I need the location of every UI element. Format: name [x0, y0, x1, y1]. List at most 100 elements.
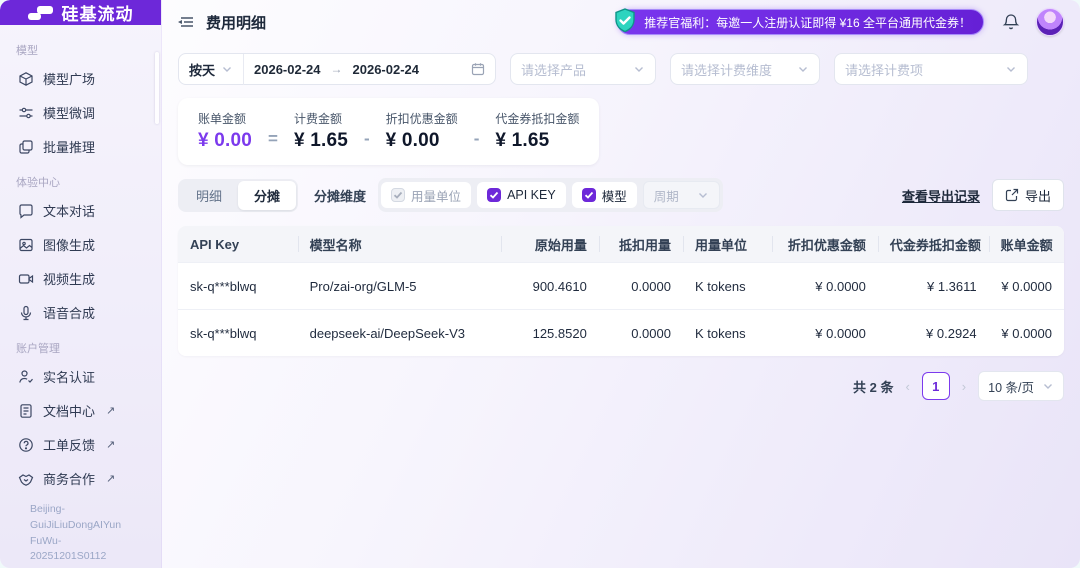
- checkbox-checked-icon: [582, 188, 596, 202]
- col-original-usage: 原始用量: [501, 226, 598, 263]
- cell-model-name: deepseek-ai/DeepSeek-V3: [298, 310, 502, 357]
- sidebar-item-model-finetune[interactable]: 模型微调: [14, 96, 149, 129]
- billing-dimension-select[interactable]: 请选择计费维度: [670, 53, 820, 85]
- user-avatar[interactable]: [1036, 8, 1064, 36]
- sidebar-item-image-generation[interactable]: 图像生成: [14, 228, 149, 261]
- chevron-down-icon: [633, 63, 645, 75]
- page-size-select[interactable]: 10 条/页: [978, 371, 1064, 401]
- cell-api-key: sk-q***blwq: [178, 263, 298, 310]
- sidebar-item-identity-verification[interactable]: 实名认证: [14, 360, 149, 393]
- brand-logo[interactable]: 硅基流动: [0, 0, 161, 25]
- tab-allocation[interactable]: 分摊: [238, 181, 296, 210]
- range-arrow-icon: →: [331, 62, 343, 76]
- pagination-next-icon[interactable]: ›: [960, 379, 968, 394]
- sidebar-item-label: 模型微调: [43, 103, 95, 122]
- question-icon: [18, 437, 34, 453]
- cell-voucher-deduction: ¥ 0.2924: [878, 310, 989, 357]
- external-link-icon: ↗: [106, 472, 115, 485]
- sidebar-item-video-generation[interactable]: 视频生成: [14, 262, 149, 295]
- billing-item-select[interactable]: 请选择计费项: [834, 53, 1028, 85]
- sidebar-nav: 模型 模型广场 模型微调 批量推理 体验中心 文本对话 图像生成: [0, 25, 161, 568]
- billing-dimension-placeholder: 请选择计费维度: [681, 60, 772, 79]
- sidebar-item-label: 模型广场: [43, 69, 95, 88]
- export-button-label: 导出: [1025, 186, 1051, 205]
- notification-bell-icon[interactable]: [1002, 13, 1020, 31]
- export-icon: [1005, 188, 1019, 202]
- billing-summary-card: 账单金额 ¥ 0.00 = 计费金额 ¥ 1.65 - 折扣优惠金额 ¥ 0.0…: [178, 98, 599, 165]
- cell-bill-amount: ¥ 0.0000: [989, 263, 1064, 310]
- product-select[interactable]: 请选择产品: [510, 53, 656, 85]
- cell-deducted-usage: 0.0000: [599, 263, 683, 310]
- sidebar-scrollbar[interactable]: [155, 52, 159, 124]
- stat-label: 代金券抵扣金额: [495, 110, 579, 127]
- billing-item-placeholder: 请选择计费项: [845, 60, 923, 79]
- content: 按天 2026-02-24 → 2026-02-24 请选择产品: [162, 44, 1080, 401]
- stat-value: ¥ 0.00: [198, 130, 252, 152]
- sidebar-footer-org-id: Beijing-GuiJiLiuDongAIYun FuWu-20251201S…: [14, 496, 149, 568]
- billing-table: API Key 模型名称 原始用量 抵扣用量 用量单位 折扣优惠金额 代金券抵扣…: [178, 226, 1064, 356]
- cube-icon: [18, 71, 34, 87]
- app-window: 硅基流动 模型 模型广场 模型微调 批量推理 体验中心 文本对话: [0, 0, 1080, 568]
- sidebar-item-label: 视频生成: [43, 269, 95, 288]
- table-row[interactable]: sk-q***blwq deepseek-ai/DeepSeek-V3 125.…: [178, 310, 1064, 357]
- pagination-prev-icon[interactable]: ‹: [903, 379, 911, 394]
- pagination-page-1[interactable]: 1: [922, 372, 950, 400]
- checkbox-label: API KEY: [507, 188, 556, 202]
- minus-operator: -: [474, 129, 480, 152]
- brand-name: 硅基流动: [62, 0, 134, 25]
- checkbox-model[interactable]: 模型: [572, 182, 637, 208]
- calendar-icon: [471, 62, 485, 76]
- tab-detail[interactable]: 明细: [180, 181, 238, 210]
- sidebar-section-account: 账户管理: [16, 340, 149, 356]
- sidebar-collapse-icon[interactable]: [178, 13, 196, 31]
- cell-voucher-deduction: ¥ 1.3611: [878, 263, 989, 310]
- col-model-name: 模型名称: [298, 226, 502, 263]
- cell-usage-unit: K tokens: [683, 310, 772, 357]
- granularity-select[interactable]: 按天: [179, 60, 243, 79]
- view-export-records-link[interactable]: 查看导出记录: [902, 186, 980, 205]
- chevron-down-icon: [221, 63, 233, 75]
- table-row[interactable]: sk-q***blwq Pro/zai-org/GLM-5 900.4610 0…: [178, 263, 1064, 310]
- date-range-picker[interactable]: 2026-02-24 → 2026-02-24: [244, 62, 495, 77]
- sidebar-item-ticket-feedback[interactable]: 工单反馈 ↗: [14, 428, 149, 461]
- period-select-label: 周期: [654, 186, 679, 205]
- sidebar-item-label: 文档中心: [43, 401, 95, 420]
- export-button[interactable]: 导出: [992, 179, 1064, 211]
- filter-row: 按天 2026-02-24 → 2026-02-24 请选择产品: [178, 53, 1064, 85]
- sidebar-item-speech-synthesis[interactable]: 语音合成: [14, 296, 149, 329]
- page-title: 费用明细: [206, 12, 266, 33]
- shield-check-icon: [611, 7, 639, 35]
- stat-value: ¥ 0.00: [386, 130, 458, 152]
- sidebar-item-batch-inference[interactable]: 批量推理: [14, 130, 149, 163]
- sidebar-item-text-chat[interactable]: 文本对话: [14, 194, 149, 227]
- dimension-checkbox-group: 用量单位 API KEY 模型 周期: [378, 178, 723, 212]
- col-discount-amount: 折扣优惠金额: [772, 226, 878, 263]
- checkbox-api-key[interactable]: API KEY: [477, 182, 566, 208]
- sidebar-item-label: 图像生成: [43, 235, 95, 254]
- checkbox-label: 模型: [602, 186, 627, 205]
- chevron-down-icon: [797, 63, 809, 75]
- col-deducted-usage: 抵扣用量: [599, 226, 683, 263]
- external-link-icon: ↗: [106, 404, 115, 417]
- referral-promo-banner[interactable]: 推荐官福利：每邀一人注册认证即得 ¥16 全平台通用代金券！: [617, 9, 984, 35]
- image-icon: [18, 237, 34, 253]
- topbar: 费用明细 推荐官福利：每邀一人注册认证即得 ¥16 全平台通用代金券！: [162, 0, 1080, 44]
- cell-original-usage: 125.8520: [501, 310, 598, 357]
- checkbox-usage-unit[interactable]: 用量单位: [381, 182, 471, 208]
- stat-label: 账单金额: [198, 110, 252, 127]
- sidebar-item-business-cooperation[interactable]: 商务合作 ↗: [14, 462, 149, 495]
- sidebar-item-model-square[interactable]: 模型广场: [14, 62, 149, 95]
- mic-icon: [18, 305, 34, 321]
- sidebar-section-models: 模型: [16, 42, 149, 58]
- stat-voucher-amount: 代金券抵扣金额 ¥ 1.65: [495, 110, 579, 152]
- stat-label: 计费金额: [294, 110, 348, 127]
- period-select[interactable]: 周期: [643, 181, 720, 209]
- cell-discount-amount: ¥ 0.0000: [772, 263, 878, 310]
- checkbox-checked-icon: [487, 188, 501, 202]
- cell-bill-amount: ¥ 0.0000: [989, 310, 1064, 357]
- checkbox-checked-disabled-icon: [391, 188, 405, 202]
- sidebar-item-docs-center[interactable]: 文档中心 ↗: [14, 394, 149, 427]
- cell-api-key: sk-q***blwq: [178, 310, 298, 357]
- cell-usage-unit: K tokens: [683, 263, 772, 310]
- video-icon: [18, 271, 34, 287]
